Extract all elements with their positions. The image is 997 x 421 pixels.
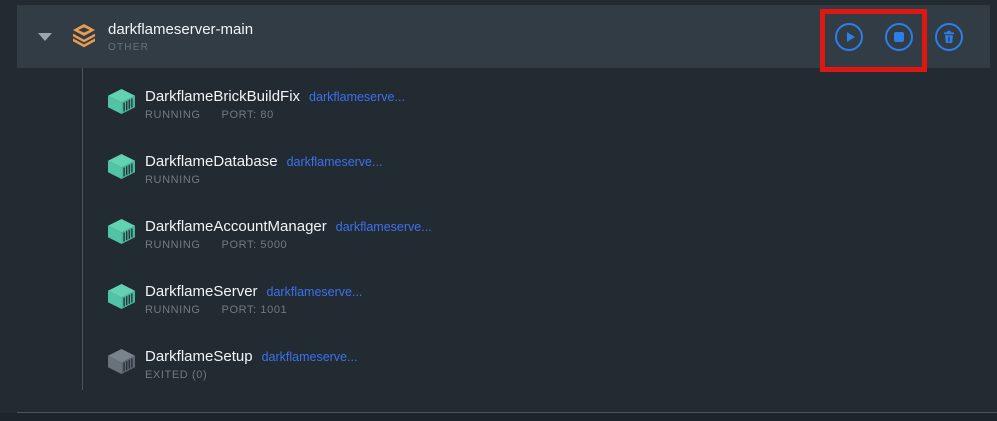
container-status: RUNNING: [145, 304, 201, 316]
container-row-text: DarkflameAccountManager darkflameserve..…: [145, 214, 432, 251]
chevron-down-icon[interactable]: [38, 33, 52, 41]
bottom-strip: [0, 413, 997, 421]
container-row[interactable]: DarkflameBrickBuildFix darkflameserve...…: [108, 84, 968, 149]
stop-icon: [894, 32, 904, 42]
container-box-icon: [108, 284, 135, 309]
group-type-label: OTHER: [108, 42, 253, 53]
start-button[interactable]: [835, 23, 863, 51]
container-name: DarkflameServer: [145, 283, 258, 301]
group-actions: [835, 23, 963, 51]
container-image-link[interactable]: darkflameserve...: [309, 90, 405, 104]
tree-indent-line: [82, 68, 83, 390]
trash-icon: [942, 30, 956, 44]
container-row-text: DarkflameSetup darkflameserve... EXITED …: [145, 344, 357, 381]
container-box-icon: [108, 89, 135, 114]
container-port: PORT: 80: [222, 109, 274, 121]
container-image-link[interactable]: darkflameserve...: [262, 350, 358, 364]
container-name: DarkflameBrickBuildFix: [145, 88, 300, 106]
container-status: RUNNING: [145, 239, 201, 251]
container-row[interactable]: DarkflameDatabase darkflameserve... RUNN…: [108, 149, 968, 214]
container-row[interactable]: DarkflameAccountManager darkflameserve..…: [108, 214, 968, 279]
delete-button[interactable]: [935, 23, 963, 51]
group-text: darkflameserver-main OTHER: [108, 21, 253, 53]
container-row-text: DarkflameBrickBuildFix darkflameserve...…: [145, 84, 405, 121]
play-icon: [847, 32, 855, 42]
container-image-link[interactable]: darkflameserve...: [267, 285, 363, 299]
stack-layers-icon: [71, 23, 97, 51]
container-rows: DarkflameBrickBuildFix darkflameserve...…: [108, 84, 968, 409]
container-name: DarkflameDatabase: [145, 153, 278, 171]
compose-group-row[interactable]: darkflameserver-main OTHER: [17, 5, 990, 68]
container-row[interactable]: DarkflameSetup darkflameserve... EXITED …: [108, 344, 968, 409]
container-box-icon: [108, 349, 135, 374]
container-box-icon: [108, 154, 135, 179]
container-status: EXITED (0): [145, 369, 207, 381]
group-title: darkflameserver-main: [108, 21, 253, 39]
container-row-text: DarkflameDatabase darkflameserve... RUNN…: [145, 149, 382, 186]
container-name: DarkflameSetup: [145, 348, 253, 366]
container-status: RUNNING: [145, 174, 201, 186]
container-port: PORT: 5000: [222, 239, 288, 251]
container-status: RUNNING: [145, 109, 201, 121]
container-image-link[interactable]: darkflameserve...: [336, 220, 432, 234]
container-image-link[interactable]: darkflameserve...: [287, 155, 383, 169]
container-box-icon: [108, 219, 135, 244]
container-port: PORT: 1001: [222, 304, 288, 316]
container-row-text: DarkflameServer darkflameserve... RUNNIN…: [145, 279, 362, 316]
container-row[interactable]: DarkflameServer darkflameserve... RUNNIN…: [108, 279, 968, 344]
container-name: DarkflameAccountManager: [145, 218, 327, 236]
stop-button[interactable]: [885, 23, 913, 51]
